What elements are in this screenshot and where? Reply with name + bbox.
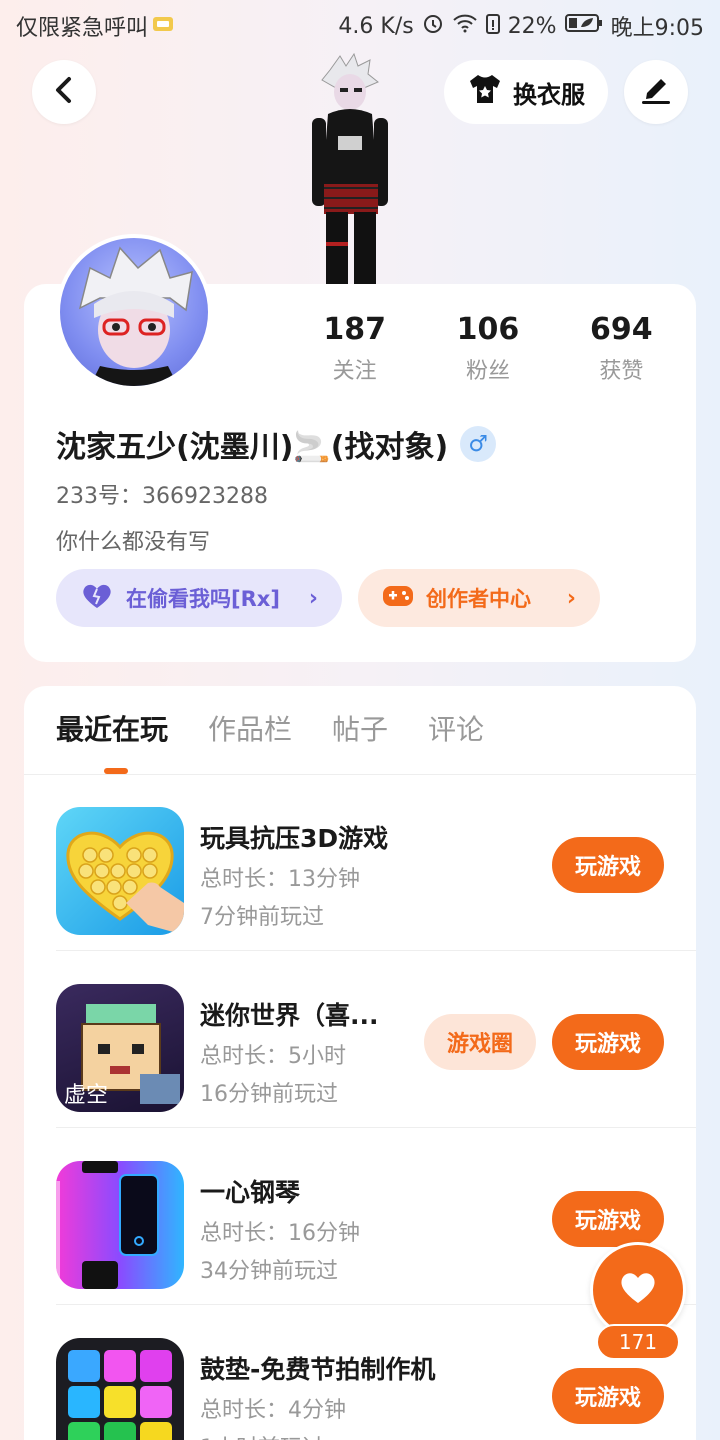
nickname-row: 沈家五少(沈墨川)🚬(找对象) ♂ (56, 422, 497, 466)
stats-row: 187 关注 106 粉丝 694 获赞 (288, 312, 688, 385)
battery-alert-icon (485, 12, 500, 40)
wifi-icon (452, 13, 478, 39)
stat-following[interactable]: 187 关注 (288, 312, 421, 385)
game-title: 玩具抗压3D游戏 (200, 824, 389, 853)
male-icon: ♂ (460, 426, 497, 462)
game-last-played: 1小时前玩过 (200, 1430, 324, 1440)
alarm-icon (422, 12, 444, 40)
heart-icon (80, 582, 114, 615)
game-duration: 总时长：4分钟 (200, 1398, 346, 1423)
game-duration: 总时长：5小时 (200, 1044, 346, 1069)
game-row[interactable]: 鼓垫-免费节拍制作机 总时长：4分钟 1小时前玩过 玩游戏 (24, 1306, 696, 1440)
edit-icon (639, 75, 673, 109)
visitors-button[interactable]: 在偷看我吗[Rx] › (56, 569, 342, 627)
gamepad-icon (382, 583, 414, 614)
back-icon (53, 76, 75, 108)
game-title: 一心钢琴 (200, 1178, 301, 1207)
svg-text:虚空: 虚空 (64, 1083, 108, 1108)
piano-game-icon (56, 1161, 184, 1289)
game-title: 迷你世界（喜... (200, 1001, 379, 1030)
fans-label: 粉丝 (465, 359, 510, 384)
likes-count: 694 (590, 312, 653, 347)
play-game-button[interactable]: 玩游戏 (552, 837, 664, 893)
status-bar: 仅限紧急呼叫 4.6 K/s 22% 晚上9:05 (0, 0, 720, 50)
chevron-right-icon: › (566, 585, 576, 611)
stat-likes[interactable]: 694 获赞 (555, 312, 688, 385)
tab-works[interactable]: 作品栏 (208, 708, 292, 748)
nickname: 沈家五少(沈墨川)🚬(找对象) (56, 430, 449, 465)
game-row[interactable]: 虚空 迷你世界（喜... 总时长：5小时 16分钟前玩过 游戏圈 玩游戏 (24, 952, 696, 1128)
tab-bar: 最近在玩 作品栏 帖子 评论 (56, 708, 484, 748)
edit-profile-button[interactable] (624, 60, 688, 124)
avatar-3d-figure[interactable] (300, 52, 400, 288)
avatar[interactable] (56, 234, 212, 390)
carrier-text: 仅限紧急呼叫 (16, 16, 149, 41)
visitors-label: 在偷看我吗[Rx] (126, 587, 280, 611)
play-game-button[interactable]: 玩游戏 (552, 1191, 664, 1247)
mini-world-game-icon: 虚空 (56, 984, 184, 1112)
following-label: 关注 (332, 359, 377, 384)
change-outfit-button[interactable]: 换衣服 (444, 60, 608, 124)
change-outfit-label: 换衣服 (513, 80, 585, 109)
stat-fans[interactable]: 106 粉丝 (421, 312, 554, 385)
fans-count: 106 (456, 312, 520, 347)
tshirt-icon (467, 73, 503, 111)
clock-time: 晚上9:05 (610, 16, 704, 41)
play-game-button[interactable]: 玩游戏 (552, 1014, 664, 1070)
game-last-played: 7分钟前玩过 (200, 905, 324, 930)
divider (56, 950, 696, 951)
game-circle-button[interactable]: 游戏圈 (424, 1014, 536, 1070)
divider (56, 1127, 696, 1128)
game-title: 鼓垫-免费节拍制作机 (200, 1355, 436, 1384)
game-row[interactable]: 玩具抗压3D游戏 总时长：13分钟 7分钟前玩过 玩游戏 (24, 775, 696, 951)
game-last-played: 16分钟前玩过 (200, 1082, 338, 1107)
game-duration: 总时长：16分钟 (200, 1221, 360, 1246)
sim-icon (152, 14, 174, 39)
network-speed: 4.6 K/s (338, 13, 414, 39)
likes-label: 获赞 (599, 359, 644, 384)
battery-percent: 22% (507, 13, 557, 39)
tab-comments[interactable]: 评论 (428, 708, 484, 748)
heart-icon (618, 1270, 658, 1310)
following-count: 187 (323, 312, 386, 347)
chevron-right-icon: › (308, 585, 318, 611)
back-button[interactable] (32, 60, 96, 124)
game-duration: 总时长：13分钟 (200, 867, 360, 892)
creator-center-label: 创作者中心 (426, 587, 531, 611)
creator-center-button[interactable]: 创作者中心 › (358, 569, 600, 627)
play-game-button[interactable]: 玩游戏 (552, 1368, 664, 1424)
like-count: 171 (596, 1324, 680, 1360)
tab-recently-played[interactable]: 最近在玩 (56, 708, 168, 748)
battery-icon (564, 13, 603, 39)
bio: 你什么都没有写 (56, 530, 211, 555)
pop-it-game-icon (56, 807, 184, 935)
tab-posts[interactable]: 帖子 (332, 708, 388, 748)
drum-pad-game-icon (56, 1338, 184, 1440)
user-id: 233号：366923288 (56, 484, 268, 509)
game-last-played: 34分钟前玩过 (200, 1259, 338, 1284)
